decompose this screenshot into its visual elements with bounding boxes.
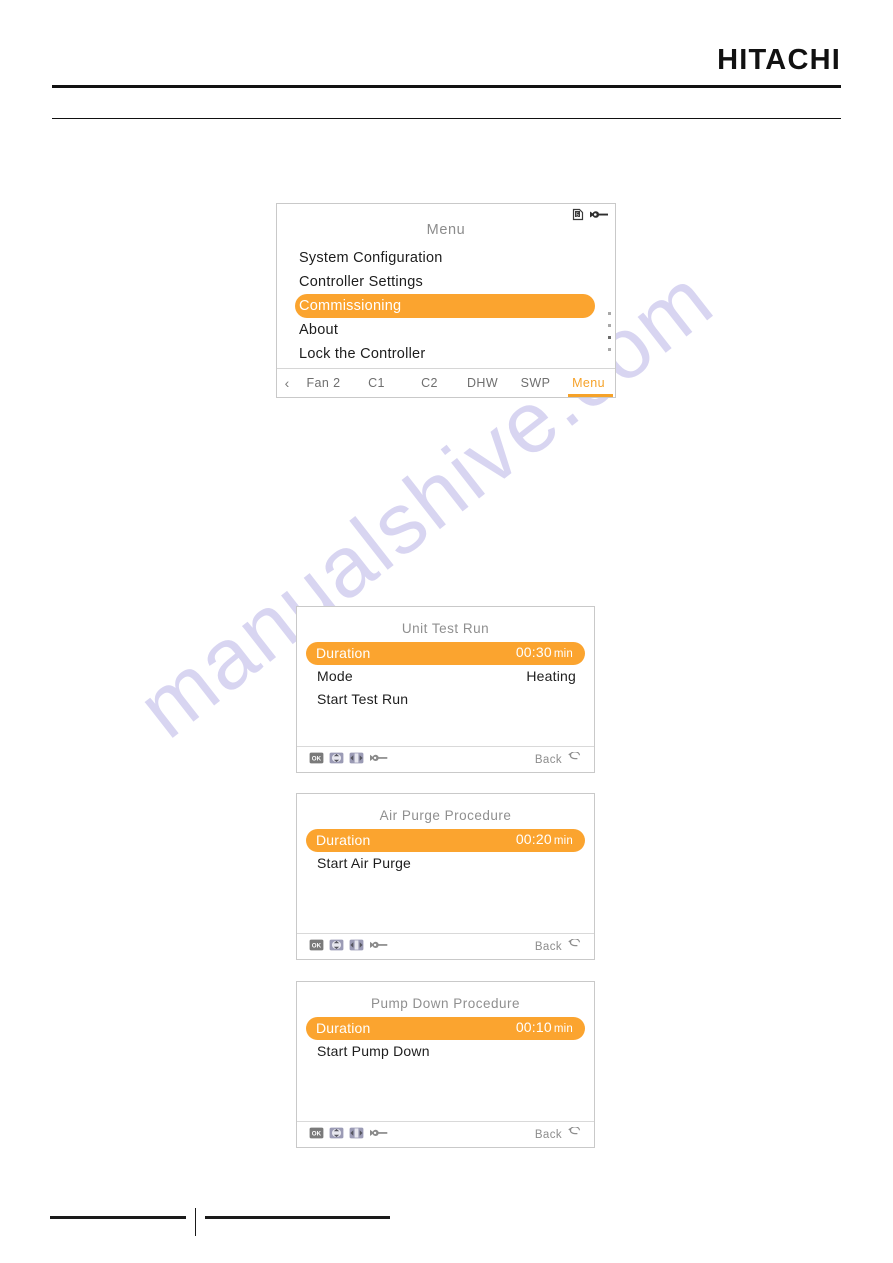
- ok-button-icon[interactable]: OK: [309, 938, 324, 956]
- back-button[interactable]: Back: [534, 1126, 582, 1142]
- row-value: Heating: [526, 668, 576, 684]
- footer-divider: [195, 1208, 196, 1236]
- row-value: 00:20 min: [516, 828, 573, 853]
- duration-value: 00:20: [515, 831, 552, 847]
- footer-rule-left: [50, 1216, 186, 1219]
- row-value: 00:30 min: [516, 641, 573, 666]
- row-value: 00:10 min: [516, 1016, 573, 1041]
- pump-down-row-list: Duration 00:10 min Start Pump Down: [297, 1017, 594, 1063]
- back-label: Back: [534, 940, 562, 953]
- row-mode[interactable]: Mode Heating: [297, 665, 594, 688]
- back-label: Back: [534, 753, 562, 766]
- menu-item-label: System Configuration: [299, 250, 443, 266]
- air-purge-footer: OK Back: [297, 933, 594, 959]
- row-duration[interactable]: Duration 00:20 min: [306, 829, 585, 852]
- prev-tab-chevron-icon[interactable]: ‹: [277, 376, 297, 390]
- back-button[interactable]: Back: [534, 938, 582, 954]
- tab-c2[interactable]: C2: [403, 370, 456, 397]
- left-right-arrows-icon[interactable]: [349, 938, 364, 956]
- pump-down-title: Pump Down Procedure: [370, 996, 521, 1011]
- menu-status-bar: 5: [572, 208, 609, 226]
- back-button[interactable]: Back: [534, 751, 582, 767]
- menu-item-label: Commissioning: [299, 298, 402, 314]
- svg-text:OK: OK: [312, 1130, 322, 1137]
- service-wrench-icon[interactable]: [369, 751, 388, 769]
- menu-screen: 5 Menu System Configuration Controller S…: [276, 203, 616, 398]
- tab-dhw[interactable]: DHW: [456, 370, 509, 397]
- air-purge-title: Air Purge Procedure: [379, 808, 512, 823]
- svg-text:5: 5: [576, 213, 579, 219]
- menu-item-lock-the-controller[interactable]: Lock the Controller: [277, 342, 615, 366]
- row-label: Duration: [316, 645, 371, 661]
- menu-tab-bar: ‹ Fan 2 C1 C2 DHW SWP Menu: [277, 368, 615, 397]
- row-label: Start Pump Down: [317, 1043, 430, 1059]
- header-rule-thin: [52, 118, 841, 119]
- footer-icon-group: OK: [309, 751, 388, 769]
- tab-c1[interactable]: C1: [350, 370, 403, 397]
- row-label: Duration: [316, 832, 371, 848]
- unit-test-run-footer: OK Back: [297, 746, 594, 772]
- pump-down-footer: OK Back: [297, 1121, 594, 1147]
- back-return-arrow-icon: [566, 938, 582, 954]
- duration-value: 00:10: [515, 1019, 552, 1035]
- up-down-arrows-icon[interactable]: [329, 938, 344, 956]
- tab-menu[interactable]: Menu: [562, 370, 615, 397]
- service-wrench-icon[interactable]: [369, 938, 388, 956]
- duration-unit: min: [553, 1023, 573, 1035]
- menu-item-controller-settings[interactable]: Controller Settings: [277, 270, 615, 294]
- svg-text:OK: OK: [312, 755, 322, 762]
- row-duration[interactable]: Duration 00:10 min: [306, 1017, 585, 1040]
- menu-item-label: Controller Settings: [299, 274, 424, 290]
- footer-icon-group: OK: [309, 1126, 388, 1144]
- duration-unit: min: [553, 648, 573, 660]
- tab-swp[interactable]: SWP: [509, 370, 562, 397]
- unit-test-run-screen: Unit Test Run Duration 00:30 min Mode Hea…: [296, 606, 595, 773]
- up-down-arrows-icon[interactable]: [329, 1126, 344, 1144]
- menu-item-system-configuration[interactable]: System Configuration: [277, 246, 615, 270]
- menu-item-about[interactable]: About: [277, 318, 615, 342]
- footer-icon-group: OK: [309, 938, 388, 956]
- service-wrench-icon: [589, 208, 609, 226]
- row-label: Start Test Run: [317, 691, 409, 707]
- pump-down-screen: Pump Down Procedure Duration 00:10 min St…: [296, 981, 595, 1148]
- svg-text:OK: OK: [312, 942, 322, 949]
- menu-item-commissioning[interactable]: Commissioning: [295, 294, 595, 318]
- ok-button-icon[interactable]: OK: [309, 751, 324, 769]
- scroll-dot-active: [608, 336, 611, 339]
- menu-item-list: System Configuration Controller Settings…: [277, 246, 615, 366]
- hitachi-logo: HITACHI: [717, 44, 841, 76]
- back-return-arrow-icon: [566, 1126, 582, 1142]
- row-start-pump-down[interactable]: Start Pump Down: [297, 1040, 594, 1063]
- menu-title: Menu: [426, 222, 466, 238]
- row-label: Start Air Purge: [317, 855, 412, 871]
- menu-item-label: About: [299, 322, 339, 338]
- header-rule-thick: [52, 85, 841, 88]
- air-purge-screen: Air Purge Procedure Duration 00:20 min St…: [296, 793, 595, 960]
- duration-unit: min: [553, 835, 573, 847]
- sd-card-icon: 5: [572, 208, 584, 226]
- back-label: Back: [534, 1128, 562, 1141]
- unit-test-run-title: Unit Test Run: [401, 621, 490, 636]
- back-return-arrow-icon: [566, 751, 582, 767]
- air-purge-row-list: Duration 00:20 min Start Air Purge: [297, 829, 594, 875]
- ok-button-icon[interactable]: OK: [309, 1126, 324, 1144]
- left-right-arrows-icon[interactable]: [349, 1126, 364, 1144]
- row-duration[interactable]: Duration 00:30 min: [306, 642, 585, 665]
- row-start-air-purge[interactable]: Start Air Purge: [297, 852, 594, 875]
- scroll-dot: [608, 348, 611, 351]
- row-label: Mode: [317, 668, 353, 684]
- tab-fan-2[interactable]: Fan 2: [297, 370, 350, 397]
- service-wrench-icon[interactable]: [369, 1126, 388, 1144]
- unit-test-run-row-list: Duration 00:30 min Mode Heating Start Tes…: [297, 642, 594, 711]
- duration-value: 00:30: [515, 644, 552, 660]
- menu-scroll-indicator[interactable]: [608, 312, 611, 351]
- scroll-dot: [608, 312, 611, 315]
- left-right-arrows-icon[interactable]: [349, 751, 364, 769]
- menu-item-label: Lock the Controller: [299, 346, 426, 362]
- row-label: Duration: [316, 1020, 371, 1036]
- footer-rule-right: [205, 1216, 390, 1219]
- scroll-dot: [608, 324, 611, 327]
- up-down-arrows-icon[interactable]: [329, 751, 344, 769]
- row-start-test-run[interactable]: Start Test Run: [297, 688, 594, 711]
